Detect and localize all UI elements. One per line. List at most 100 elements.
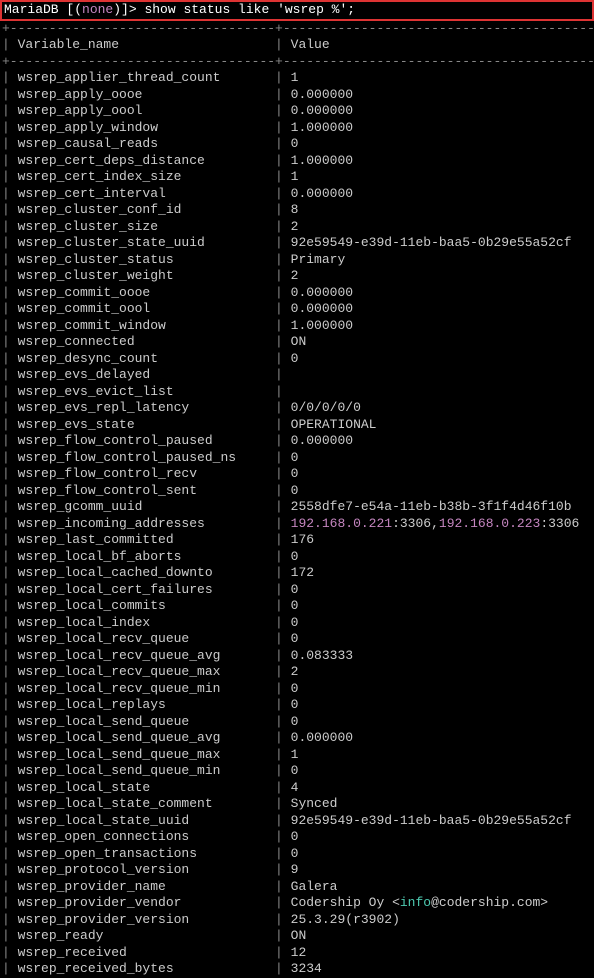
- status-value: 1: [291, 747, 299, 762]
- table-row: | wsrep_commit_window | 1.000000: [0, 318, 594, 335]
- status-variable: wsrep_cert_index_size: [18, 169, 268, 184]
- status-variable: wsrep_provider_name: [18, 879, 268, 894]
- table-row: | wsrep_local_state_comment | Synced: [0, 796, 594, 813]
- status-value: 92e59549-e39d-11eb-baa5-0b29e55a52cf: [291, 235, 572, 250]
- status-value: 1.000000: [291, 120, 353, 135]
- table-row: | wsrep_local_send_queue_min | 0: [0, 763, 594, 780]
- status-variable: wsrep_open_transactions: [18, 846, 268, 861]
- table-row: | wsrep_evs_evict_list |: [0, 384, 594, 401]
- table-row: | wsrep_flow_control_recv | 0: [0, 466, 594, 483]
- status-variable: wsrep_provider_vendor: [18, 895, 268, 910]
- status-variable: wsrep_protocol_version: [18, 862, 268, 877]
- table-divider: +----------------------------------+----…: [0, 54, 594, 71]
- status-value: 0: [291, 829, 299, 844]
- status-variable: wsrep_cluster_weight: [18, 268, 268, 283]
- table-row: | wsrep_local_send_queue_max | 1: [0, 747, 594, 764]
- table-row: | wsrep_cert_index_size | 1: [0, 169, 594, 186]
- status-variable: wsrep_flow_control_recv: [18, 466, 268, 481]
- status-variable: wsrep_received_bytes: [18, 961, 268, 976]
- status-value: 0.000000: [291, 301, 353, 316]
- status-variable: wsrep_ready: [18, 928, 268, 943]
- status-value: 0: [291, 846, 299, 861]
- status-value: 0.083333: [291, 648, 353, 663]
- table-row: | wsrep_local_replays | 0: [0, 697, 594, 714]
- status-value: 0: [291, 697, 299, 712]
- table-row: | wsrep_cluster_conf_id | 8: [0, 202, 594, 219]
- status-variable: wsrep_local_recv_queue: [18, 631, 268, 646]
- status-variable: wsrep_commit_oooe: [18, 285, 268, 300]
- ip-address: 192.168.0.223: [439, 516, 540, 531]
- status-value: 9: [291, 862, 299, 877]
- status-variable: wsrep_flow_control_paused_ns: [18, 450, 268, 465]
- table-row: | wsrep_incoming_addresses | 192.168.0.2…: [0, 516, 594, 533]
- table-row: | wsrep_evs_delayed |: [0, 367, 594, 384]
- status-variable: wsrep_evs_delayed: [18, 367, 268, 382]
- status-value: 0.000000: [291, 87, 353, 102]
- table-header: | Variable_name | Value: [0, 37, 594, 54]
- status-value: 1: [291, 169, 299, 184]
- status-variable: wsrep_last_committed: [18, 532, 268, 547]
- table-row: | wsrep_open_connections | 0: [0, 829, 594, 846]
- status-variable: wsrep_gcomm_uuid: [18, 499, 268, 514]
- status-variable: wsrep_cluster_conf_id: [18, 202, 268, 217]
- table-row: | wsrep_gcomm_uuid | 2558dfe7-e54a-11eb-…: [0, 499, 594, 516]
- status-variable: wsrep_commit_oool: [18, 301, 268, 316]
- table-row: | wsrep_applier_thread_count | 1: [0, 70, 594, 87]
- column-header-value: Value: [291, 37, 330, 52]
- status-value: 2: [291, 219, 299, 234]
- table-row: | wsrep_local_recv_queue_min | 0: [0, 681, 594, 698]
- status-variable: wsrep_local_recv_queue_max: [18, 664, 268, 679]
- status-variable: wsrep_incoming_addresses: [18, 516, 268, 531]
- status-value: 0: [291, 450, 299, 465]
- current-schema: none: [82, 2, 113, 17]
- table-row: | wsrep_ready | ON: [0, 928, 594, 945]
- status-value: 172: [291, 565, 314, 580]
- table-row: | wsrep_local_recv_queue_max | 2: [0, 664, 594, 681]
- query-output: +----------------------------------+----…: [0, 21, 594, 978]
- status-value: 0: [291, 549, 299, 564]
- sql-command: show status like 'wsrep %';: [137, 2, 355, 17]
- status-variable: wsrep_local_replays: [18, 697, 268, 712]
- table-row: | wsrep_causal_reads | 0: [0, 136, 594, 153]
- table-row: | wsrep_local_send_queue | 0: [0, 714, 594, 731]
- status-value: 0: [291, 582, 299, 597]
- status-variable: wsrep_local_cached_downto: [18, 565, 268, 580]
- table-row: | wsrep_cert_interval | 0.000000: [0, 186, 594, 203]
- status-value: 0: [291, 351, 299, 366]
- table-row: | wsrep_local_bf_aborts | 0: [0, 549, 594, 566]
- status-variable: wsrep_apply_window: [18, 120, 268, 135]
- table-row: | wsrep_local_cached_downto | 172: [0, 565, 594, 582]
- status-value: Galera: [291, 879, 338, 894]
- status-variable: wsrep_cluster_size: [18, 219, 268, 234]
- status-variable: wsrep_received: [18, 945, 268, 960]
- table-row: | wsrep_last_committed | 176: [0, 532, 594, 549]
- status-value: 2: [291, 664, 299, 679]
- table-row: | wsrep_received | 12: [0, 945, 594, 962]
- table-row: | wsrep_commit_oooe | 0.000000: [0, 285, 594, 302]
- table-row: | wsrep_flow_control_paused_ns | 0: [0, 450, 594, 467]
- db-engine-label: MariaDB: [4, 2, 59, 17]
- table-row: | wsrep_local_send_queue_avg | 0.000000: [0, 730, 594, 747]
- status-value: 0.000000: [291, 103, 353, 118]
- status-variable: wsrep_causal_reads: [18, 136, 268, 151]
- sql-prompt[interactable]: MariaDB [(none)]> show status like 'wsre…: [0, 0, 594, 21]
- table-row: | wsrep_flow_control_sent | 0: [0, 483, 594, 500]
- status-value: 0: [291, 631, 299, 646]
- table-row: | wsrep_apply_window | 1.000000: [0, 120, 594, 137]
- status-variable: wsrep_local_recv_queue_avg: [18, 648, 268, 663]
- status-value: Primary: [291, 252, 346, 267]
- status-variable: wsrep_local_send_queue_avg: [18, 730, 268, 745]
- status-variable: wsrep_commit_window: [18, 318, 268, 333]
- status-variable: wsrep_local_state_comment: [18, 796, 268, 811]
- status-variable: wsrep_apply_oooe: [18, 87, 268, 102]
- table-row: | wsrep_protocol_version | 9: [0, 862, 594, 879]
- table-row: | wsrep_apply_oooe | 0.000000: [0, 87, 594, 104]
- status-variable: wsrep_cert_interval: [18, 186, 268, 201]
- status-variable: wsrep_local_commits: [18, 598, 268, 613]
- status-value: 0: [291, 714, 299, 729]
- email-user: info: [400, 895, 431, 910]
- status-value: 1.000000: [291, 153, 353, 168]
- status-variable: wsrep_provider_version: [18, 912, 268, 927]
- status-variable: wsrep_local_index: [18, 615, 268, 630]
- status-variable: wsrep_cert_deps_distance: [18, 153, 268, 168]
